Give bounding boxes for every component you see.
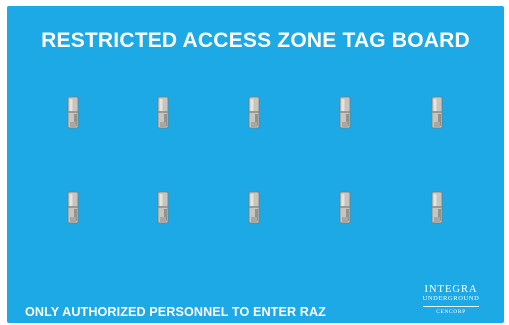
tag-hook-icon[interactable] [157, 96, 169, 130]
tag-hook-icon[interactable] [339, 96, 351, 130]
tag-board: RESTRICTED ACCESS ZONE TAG BOARD ONLY AU… [7, 6, 504, 323]
logo-small-text: CENCORP [436, 309, 466, 315]
tag-hook-icon[interactable] [339, 191, 351, 225]
board-title: RESTRICTED ACCESS ZONE TAG BOARD [41, 29, 470, 52]
logo-main-text: INTEGRA [424, 284, 478, 295]
hook-row-1 [7, 96, 504, 130]
tag-hook-icon[interactable] [431, 191, 443, 225]
footer-warning: ONLY AUTHORIZED PERSONNEL TO ENTER RAZ [25, 305, 326, 319]
tag-hook-icon[interactable] [248, 191, 260, 225]
logo-divider [423, 306, 479, 307]
logo-sub-text: UNDERGROUND [422, 295, 480, 302]
tag-hook-icon[interactable] [67, 191, 79, 225]
hook-row-2 [7, 191, 504, 225]
tag-hook-icon[interactable] [431, 96, 443, 130]
tag-hook-icon[interactable] [248, 96, 260, 130]
tag-hook-icon[interactable] [67, 96, 79, 130]
integra-logo: INTEGRA UNDERGROUND CENCORP [416, 284, 486, 318]
tag-hook-icon[interactable] [157, 191, 169, 225]
